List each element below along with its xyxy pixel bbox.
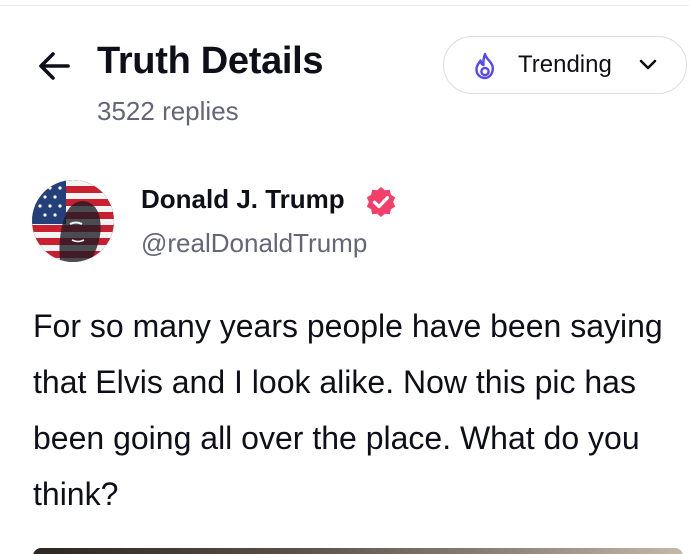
author-handle[interactable]: @realDonaldTrump — [141, 228, 367, 259]
sort-dropdown[interactable]: Trending — [443, 36, 687, 94]
avatar[interactable] — [32, 180, 114, 262]
post-text: For so many years people have been sayin… — [33, 308, 663, 512]
back-button[interactable] — [34, 46, 74, 86]
arrow-left-icon — [39, 52, 70, 80]
top-divider — [0, 5, 689, 6]
verified-badge-icon — [366, 187, 396, 217]
flame-icon — [475, 52, 495, 80]
post-image[interactable] — [33, 548, 683, 554]
page-title: Truth Details — [97, 40, 324, 82]
chevron-down-icon — [639, 59, 657, 70]
sort-selected-label: Trending — [518, 51, 612, 78]
author-name[interactable]: Donald J. Trump — [141, 184, 345, 215]
reply-count: 3522 replies — [97, 96, 239, 126]
